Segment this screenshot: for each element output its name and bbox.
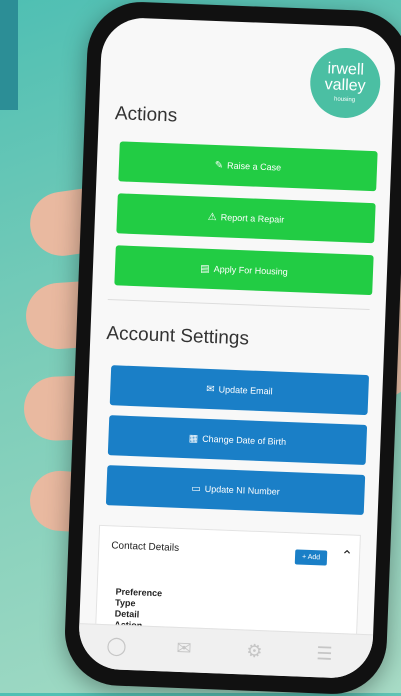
mail-icon: ✉	[205, 383, 215, 395]
mail-icon[interactable]: ✉	[176, 638, 192, 660]
apply-housing-button[interactable]: ▤ Apply For Housing	[114, 245, 374, 296]
account-settings-title: Account Settings	[106, 322, 250, 350]
edit-icon: ✎	[214, 159, 224, 171]
change-dob-button[interactable]: ▦ Change Date of Birth	[107, 415, 368, 466]
button-label: Raise a Case	[226, 160, 282, 173]
calendar-icon: ▦	[188, 432, 199, 445]
id-card-icon: ▭	[191, 482, 201, 495]
phone: irwell valley housing Actions ✎ Raise a …	[62, 0, 401, 696]
update-ni-button[interactable]: ▭ Update NI Number	[105, 465, 366, 515]
update-email-button[interactable]: ✉ Update Email	[109, 365, 370, 416]
contact-details-title: Contact Details	[111, 540, 180, 554]
logo-text: valley	[324, 76, 366, 95]
home-icon[interactable]: ◯	[106, 635, 127, 657]
settings-icon[interactable]: ⚙	[246, 641, 263, 663]
chevron-up-icon[interactable]: ⌃	[341, 547, 353, 564]
button-label: Change Date of Birth	[201, 433, 287, 447]
actions-title: Actions	[114, 103, 178, 127]
menu-icon[interactable]: ☰	[316, 643, 333, 665]
button-label: Apply For Housing	[213, 264, 288, 277]
report-repair-button[interactable]: ⚠ Report a Repair	[116, 193, 376, 244]
brand-logo: irwell valley housing	[308, 46, 382, 120]
corner-block	[0, 0, 18, 110]
add-contact-button[interactable]: + Add	[294, 549, 328, 566]
list-icon: ▤	[200, 263, 210, 275]
button-label: Report a Repair	[220, 212, 285, 225]
button-label: Update Email	[218, 384, 273, 397]
raise-case-button[interactable]: ✎ Raise a Case	[118, 141, 378, 192]
divider	[107, 299, 370, 311]
phone-screen: irwell valley housing Actions ✎ Raise a …	[77, 16, 397, 680]
logo-text: housing	[333, 96, 356, 104]
button-label: Update NI Number	[204, 483, 280, 497]
warning-icon: ⚠	[207, 211, 217, 223]
